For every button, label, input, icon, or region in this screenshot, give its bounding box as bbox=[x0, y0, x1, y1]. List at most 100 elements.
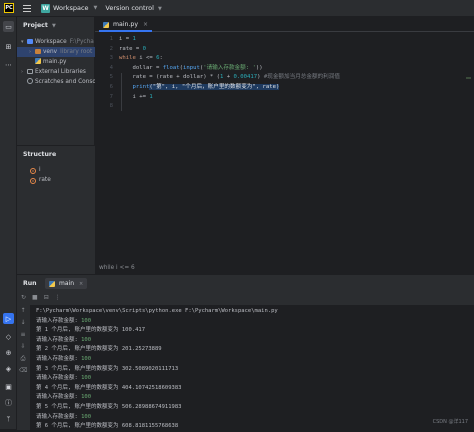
run-panel: Run main × ↻ ■ ⊟ ⋮ ↑ ↓ ≡ ⇩ ⎙ ⌫ F:\Pychar… bbox=[17, 274, 474, 430]
workspace-label: Workspace bbox=[53, 4, 89, 12]
project-panel-title[interactable]: Project ▼ bbox=[23, 22, 56, 29]
arrow-down-icon[interactable]: ↓ bbox=[19, 319, 27, 327]
code-editor[interactable]: main.py × 12345678 i = 1 rate = 0 while i … bbox=[95, 17, 474, 274]
code-token: , i, bbox=[165, 83, 182, 90]
tab-label: main.py bbox=[113, 21, 139, 28]
console-prompt: 请输入存款金额: bbox=[36, 394, 82, 401]
code-line[interactable]: print("第", i, "个月后，账户里的数额变为", rate) bbox=[119, 83, 340, 93]
line-number: 7 bbox=[109, 93, 113, 100]
line-number-gutter: 1 2 3 4 5 6 7 8 bbox=[95, 35, 113, 112]
tab-main-py[interactable]: main.py × bbox=[99, 19, 153, 32]
stop-icon[interactable]: ■ bbox=[32, 294, 38, 301]
code-line[interactable]: rate = 0 bbox=[119, 45, 340, 55]
line-number: 4 bbox=[109, 64, 113, 71]
console-prompt: 请输入存款金额: bbox=[36, 413, 82, 420]
trash-icon[interactable]: ⌫ bbox=[19, 367, 27, 375]
console-input-value: 100 bbox=[81, 336, 92, 343]
line-number: 2 bbox=[109, 45, 113, 52]
run-tool-icon[interactable]: ▷ bbox=[3, 313, 14, 324]
console-input-value: 100 bbox=[81, 413, 92, 420]
workspace-switcher[interactable]: W Workspace ▼ bbox=[41, 3, 97, 13]
problems-icon[interactable]: ⓘ bbox=[3, 397, 14, 408]
variable-icon: v bbox=[30, 168, 36, 174]
structure-item-label: i bbox=[39, 167, 41, 173]
scratch-icon bbox=[27, 78, 33, 84]
chevron-down-icon: ▼ bbox=[157, 6, 162, 12]
tree-item[interactable]: Scratches and Conso bbox=[17, 77, 95, 87]
code-token: + bbox=[223, 74, 234, 81]
tree-item[interactable]: ▾ Workspace F:\Pycha bbox=[17, 37, 95, 47]
structure-tool-icon[interactable]: ⊞ bbox=[3, 41, 14, 52]
structure-item[interactable]: vi bbox=[30, 166, 41, 175]
code-line[interactable]: i += 1 bbox=[119, 93, 340, 103]
project-tool-icon[interactable]: ▭ bbox=[3, 21, 14, 32]
tree-item-label: venv bbox=[43, 49, 58, 55]
console-input-value: 100 bbox=[81, 394, 92, 401]
code-token: input bbox=[183, 64, 200, 71]
tree-item-label: External Libraries bbox=[35, 69, 86, 75]
layout-icon[interactable]: ⊟ bbox=[44, 294, 49, 301]
console-prompt: 请输入存款金额: bbox=[36, 317, 82, 324]
structure-item[interactable]: v rate bbox=[30, 176, 51, 185]
python-packages-icon[interactable]: ◇ bbox=[3, 331, 14, 342]
code-token: #现金额加当月总金额的利润值 bbox=[263, 74, 340, 81]
print-icon[interactable]: ⎙ bbox=[19, 355, 27, 363]
console-prompt: 请输入存款金额: bbox=[36, 336, 82, 343]
close-icon[interactable]: × bbox=[143, 21, 148, 28]
code-token: float bbox=[162, 64, 180, 71]
scroll-to-end-icon[interactable]: ⇩ bbox=[19, 343, 27, 351]
code-area[interactable]: i = 1 rate = 0 while i <= 6: dollar = floa… bbox=[119, 35, 340, 112]
tree-item[interactable]: › venv library root bbox=[17, 47, 95, 57]
code-line[interactable]: while i <= 6: bbox=[119, 54, 340, 64]
version-control-label: Version control bbox=[105, 4, 154, 12]
console-output: F:\Pycharm\Workspace\venv\Scripts\python… bbox=[36, 307, 278, 432]
tree-item[interactable]: › External Libraries bbox=[17, 67, 95, 77]
run-toolbar: ↻ ■ ⊟ ⋮ bbox=[17, 291, 474, 304]
code-line[interactable]: i = 1 bbox=[119, 35, 340, 45]
code-line[interactable] bbox=[119, 102, 340, 112]
console-line: 请输入存款金额: 100 bbox=[36, 355, 278, 365]
tree-item[interactable]: main.py bbox=[17, 57, 95, 67]
soft-wrap-icon[interactable]: ≡ bbox=[19, 331, 27, 339]
code-token: 0.00417 bbox=[233, 74, 258, 81]
code-token: ) bbox=[257, 74, 264, 81]
console-line: 请输入存款金额: 100 bbox=[36, 413, 278, 423]
terminal-icon[interactable]: ▣ bbox=[3, 381, 14, 392]
line-number: 5 bbox=[109, 74, 113, 81]
arrow-up-icon[interactable]: ↑ bbox=[19, 307, 27, 315]
code-token: while bbox=[119, 55, 136, 62]
console-line: 请输入存款金额: 100 bbox=[36, 336, 278, 346]
code-line[interactable]: rate = (rate + dollar) * (1 + 0.00417) #… bbox=[119, 73, 340, 83]
code-token: 0 bbox=[142, 45, 146, 52]
code-token: '请输入存款金额: ' bbox=[203, 64, 256, 71]
console-line: 请输入存款金额: 100 bbox=[36, 374, 278, 384]
services-icon[interactable]: ◈ bbox=[3, 363, 14, 374]
git-icon[interactable]: ᛘ bbox=[3, 413, 14, 424]
console-line: 第 4 个月后, 账户里的数额变为 404.10742518609383 bbox=[36, 384, 182, 391]
version-control-menu[interactable]: Version control ▼ bbox=[105, 4, 161, 12]
run-console[interactable]: ↑ ↓ ≡ ⇩ ⎙ ⌫ F:\Pycharm\Workspace\venv\Sc… bbox=[17, 305, 474, 430]
close-icon[interactable]: × bbox=[79, 281, 83, 287]
chevron-down-icon: ▼ bbox=[51, 23, 56, 29]
project-title-label: Project bbox=[23, 22, 48, 29]
more-icon[interactable]: ⋮ bbox=[55, 294, 61, 301]
tree-item-label: Workspace bbox=[35, 39, 67, 45]
run-tab-main[interactable]: main × bbox=[45, 278, 88, 289]
more-tools-icon[interactable]: ⋯ bbox=[3, 59, 14, 70]
python-file-icon bbox=[35, 58, 41, 64]
breadcrumb[interactable]: while i <= 6 bbox=[99, 265, 135, 271]
main-menu-icon[interactable] bbox=[23, 4, 31, 12]
tree-item-hint: F:\Pycha bbox=[69, 39, 94, 45]
library-icon bbox=[27, 68, 33, 74]
structure-title: Structure bbox=[23, 151, 57, 158]
code-line[interactable]: dollar = float(input('请输入存款金额: ')) bbox=[119, 64, 340, 74]
code-token: i = bbox=[119, 36, 133, 42]
code-token: i += bbox=[119, 93, 150, 100]
structure-item-label: rate bbox=[39, 177, 51, 183]
console-input-value: 100 bbox=[81, 375, 92, 382]
app-logo: PC bbox=[4, 3, 14, 13]
code-token: rate = bbox=[119, 45, 143, 52]
python-console-icon[interactable]: ⊕ bbox=[3, 347, 14, 358]
rerun-icon[interactable]: ↻ bbox=[21, 294, 26, 301]
